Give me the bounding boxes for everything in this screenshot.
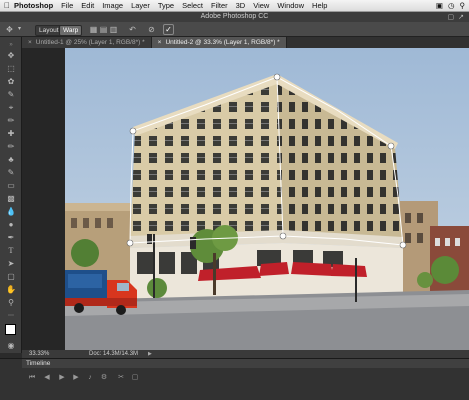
- more-tools-icon[interactable]: ⋯: [5, 311, 17, 321]
- document-size: Doc: 14.3M/14.3M: [89, 351, 139, 357]
- menu-select[interactable]: Select: [178, 1, 207, 10]
- healing-brush-tool-icon[interactable]: ✚: [5, 129, 17, 139]
- menu-type[interactable]: Type: [154, 1, 178, 10]
- document-canvas[interactable]: [65, 48, 469, 350]
- status-bar: 33.33% Doc: 14.3M/14.3M ▶: [22, 350, 469, 358]
- menu-filter[interactable]: Filter: [207, 1, 232, 10]
- menu-help[interactable]: Help: [308, 1, 331, 10]
- type-tool-icon[interactable]: T: [5, 246, 17, 256]
- audio-icon[interactable]: ♪: [85, 374, 95, 382]
- window-controls: ▢ ↗: [448, 12, 465, 22]
- menu-window[interactable]: Window: [273, 1, 308, 10]
- close-tab-icon[interactable]: ×: [158, 39, 162, 46]
- menu-image[interactable]: Image: [98, 1, 127, 10]
- hand-tool-icon[interactable]: ✋: [5, 285, 17, 295]
- undo-icon[interactable]: ↶: [127, 24, 138, 35]
- grid-straighten-icon[interactable]: ▥: [108, 24, 119, 35]
- menu-photoshop[interactable]: Photoshop: [14, 1, 57, 10]
- apple-logo-icon[interactable]: : [0, 1, 14, 10]
- clone-stamp-tool-icon[interactable]: ♣: [5, 155, 17, 165]
- pen-tool-icon[interactable]: ✒: [5, 233, 17, 243]
- tab-untitled-2[interactable]: × Untitled-2 @ 33.3% (Layer 1, RGB/8*) *: [151, 37, 287, 48]
- path-selection-tool-icon[interactable]: ➤: [5, 259, 17, 269]
- time-machine-icon[interactable]: ◷: [448, 1, 455, 10]
- fullscreen-icon[interactable]: ↗: [458, 13, 464, 21]
- eraser-tool-icon[interactable]: ▭: [5, 181, 17, 191]
- collapse-arrows-icon[interactable]: »: [5, 40, 17, 50]
- tools-panel: » ✥ ⬚ ✿ ✎ ⌖ ✏ ✚ ✏ ♣ ✎ ▭ ▩ 💧 ● ✒ T ➤ ▢ ✋ …: [0, 37, 22, 353]
- first-frame-icon[interactable]: ⏮: [27, 374, 37, 382]
- rectangle-tool-icon[interactable]: ▢: [5, 272, 17, 282]
- status-menu-arrow-icon[interactable]: ▶: [148, 350, 152, 358]
- foreground-color-swatch[interactable]: [5, 324, 16, 335]
- search-icon[interactable]: ⚲: [460, 1, 466, 10]
- zoom-level[interactable]: 33.33%: [29, 350, 49, 358]
- quick-mask-icon[interactable]: ◉: [5, 341, 17, 351]
- close-tab-icon[interactable]: ×: [28, 39, 32, 46]
- play-icon[interactable]: ▶: [57, 374, 67, 382]
- brush-tool-icon[interactable]: ✏: [5, 142, 17, 152]
- move-tool-icon[interactable]: ✥: [5, 51, 17, 61]
- dodge-tool-icon[interactable]: ●: [5, 220, 17, 230]
- display-icon[interactable]: ▣: [436, 1, 443, 10]
- tab-untitled-1[interactable]: × Untitled-1 @ 25% (Layer 1, RGB/8*) *: [22, 37, 152, 48]
- timeline-header: Timeline: [22, 359, 469, 368]
- menu-file[interactable]: File: [57, 1, 77, 10]
- timeline-tab[interactable]: Timeline: [26, 359, 50, 368]
- warp-mode-button[interactable]: Warp: [59, 25, 83, 36]
- menu-3d[interactable]: 3D: [232, 1, 250, 10]
- crop-tool-icon[interactable]: ⌖: [5, 103, 17, 113]
- window-title: Adobe Photoshop CC: [0, 12, 469, 22]
- document-tabs: × Untitled-1 @ 25% (Layer 1, RGB/8*) * × U…: [22, 37, 469, 48]
- zoom-tool-icon[interactable]: ⚲: [5, 298, 17, 308]
- gradient-tool-icon[interactable]: ▩: [5, 194, 17, 204]
- building-photo: [65, 48, 469, 350]
- menu-view[interactable]: View: [249, 1, 273, 10]
- menu-bar:  Photoshop File Edit Image Layer Type S…: [0, 0, 469, 12]
- eyedropper-tool-icon[interactable]: ✏: [5, 116, 17, 126]
- split-scissors-icon[interactable]: ✂: [116, 374, 126, 382]
- prev-frame-icon[interactable]: ◀: [42, 374, 52, 382]
- marquee-tool-icon[interactable]: ⬚: [5, 64, 17, 74]
- next-frame-icon[interactable]: ▶: [71, 374, 81, 382]
- lasso-tool-icon[interactable]: ✿: [5, 77, 17, 87]
- workspace-icon[interactable]: ▢: [448, 13, 455, 21]
- tool-preset-dropdown-icon[interactable]: ▾: [14, 24, 25, 35]
- settings-icon[interactable]: ⚙: [99, 374, 109, 382]
- transition-icon[interactable]: ▢: [130, 374, 140, 382]
- menu-edit[interactable]: Edit: [77, 1, 98, 10]
- blur-tool-icon[interactable]: 💧: [5, 207, 17, 217]
- history-brush-tool-icon[interactable]: ✎: [5, 168, 17, 178]
- cancel-icon[interactable]: ⊘: [146, 24, 157, 35]
- menu-layer[interactable]: Layer: [127, 1, 154, 10]
- commit-check-icon[interactable]: ✓: [163, 24, 174, 35]
- quick-selection-tool-icon[interactable]: ✎: [5, 90, 17, 100]
